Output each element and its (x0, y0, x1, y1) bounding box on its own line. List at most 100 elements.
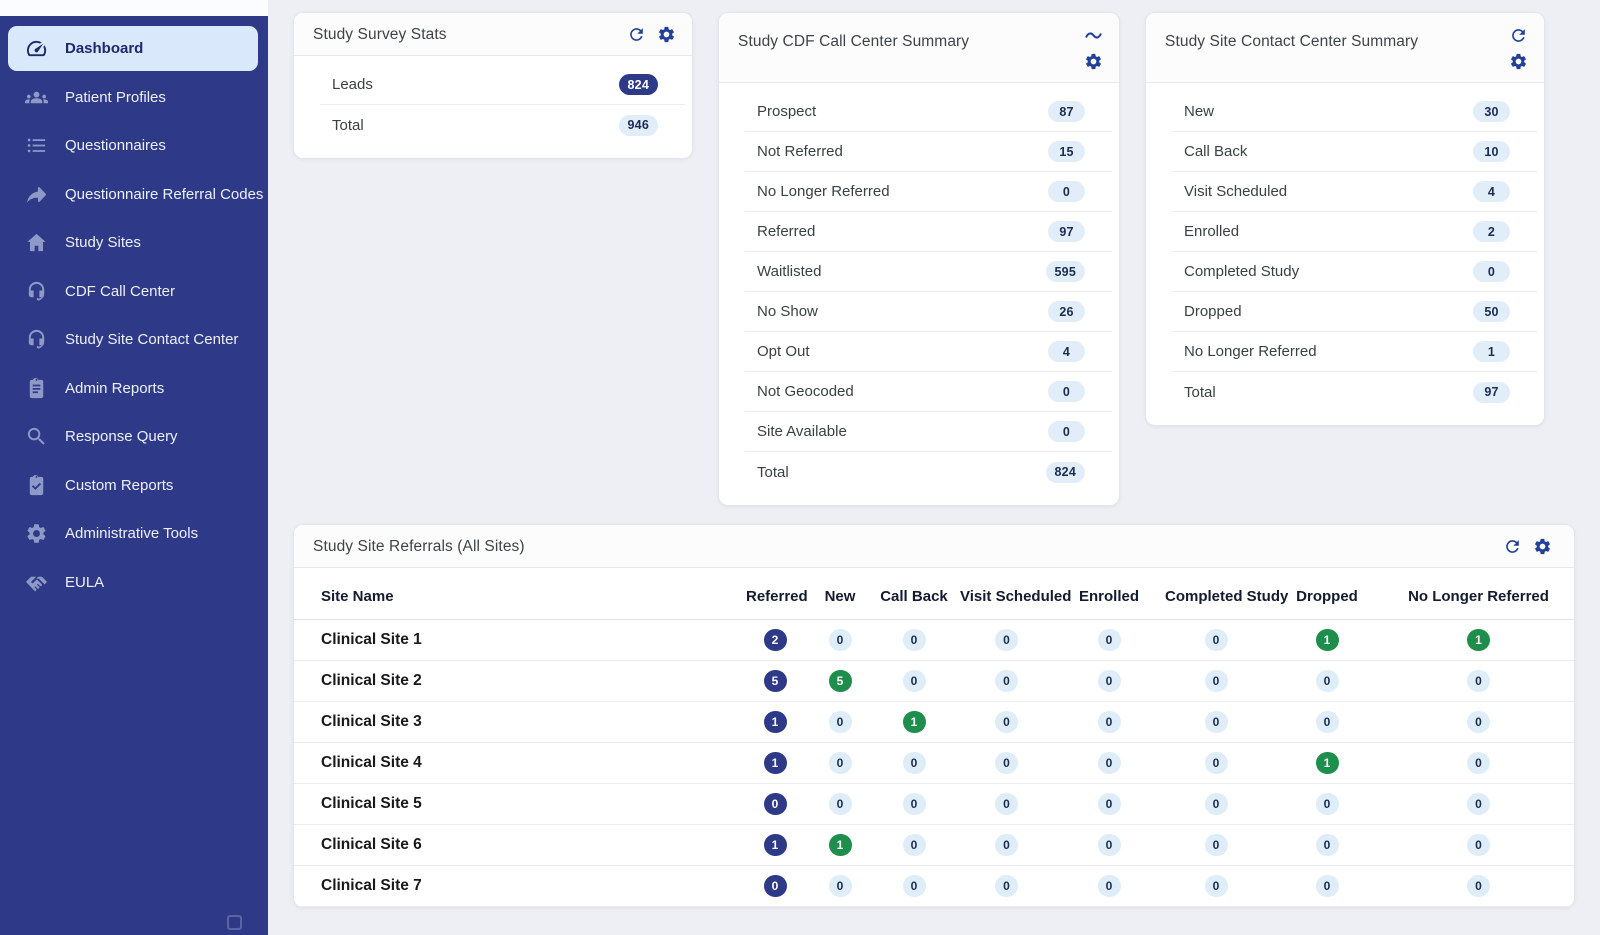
table-cell: 1 (742, 701, 808, 743)
table-cell: 0 (808, 619, 872, 661)
sidebar-item-label: Study Site Contact Center (65, 331, 239, 349)
card-actions (1509, 26, 1528, 71)
refresh-icon[interactable] (627, 25, 646, 44)
summary-cards-row: Study Survey Stats Leads 824 Total 946 Study … (293, 12, 1575, 506)
sidebar-item-administrative-tools[interactable]: Administrative Tools (0, 510, 268, 559)
sidebar-collapse-icon[interactable] (227, 915, 242, 930)
table-cell: 0 (1161, 783, 1271, 825)
gear-icon (25, 522, 48, 545)
stat-value-badge: 30 (1473, 101, 1510, 122)
table-cell: 0 (872, 783, 956, 825)
sidebar-item-cdf-call-center[interactable]: CDF Call Center (0, 267, 268, 316)
count-badge: 0 (1467, 670, 1490, 692)
count-badge: 0 (1204, 834, 1228, 856)
count-badge: 0 (1204, 793, 1228, 815)
refresh-spinner-icon[interactable] (1084, 26, 1103, 45)
table-row: Clinical Site 7 0 0 0 0 0 0 0 0 (294, 865, 1574, 907)
sidebar-item-study-site-contact-center[interactable]: Study Site Contact Center (0, 316, 268, 365)
sidebar-item-study-sites[interactable]: Study Sites (0, 219, 268, 268)
table-cell: 0 (1383, 865, 1574, 907)
sidebar-item-label: Response Query (65, 428, 178, 446)
headset-icon (25, 280, 48, 303)
count-badge: 0 (1315, 670, 1339, 692)
table-cell: 0 (1057, 865, 1161, 907)
count-badge: 0 (1467, 793, 1490, 815)
main-content: Study Survey Stats Leads 824 Total 946 Study … (268, 0, 1600, 935)
gear-icon[interactable] (657, 25, 676, 44)
sidebar-item-questionnaire-referral-codes[interactable]: Questionnaire Referral Codes (0, 170, 268, 219)
table-cell: 0 (1161, 824, 1271, 866)
table-cell: 0 (872, 824, 956, 866)
table-cell: 0 (1161, 742, 1271, 784)
card-title: Study CDF Call Center Summary (738, 33, 970, 50)
sidebar-item-patient-profiles[interactable]: Patient Profiles (0, 73, 268, 122)
column-header-site-name: Site Name (294, 568, 742, 620)
count-badge: 0 (995, 752, 1018, 774)
card-actions (627, 25, 676, 44)
table-cell: 0 (872, 865, 956, 907)
count-badge: 0 (1204, 711, 1228, 733)
stat-label: Call Back (1184, 143, 1248, 160)
count-badge: 0 (763, 875, 787, 897)
sidebar-item-questionnaires[interactable]: Questionnaires (0, 122, 268, 171)
table-cell: 1 (1383, 619, 1574, 661)
gear-icon[interactable] (1084, 52, 1103, 71)
count-badge: 0 (902, 629, 926, 651)
sidebar-item-response-query[interactable]: Response Query (0, 413, 268, 462)
stat-label: Prospect (757, 103, 817, 120)
sidebar-item-label: Custom Reports (65, 476, 174, 494)
site-name: Clinical Site 3 (294, 701, 742, 743)
stat-value-badge: 97 (1048, 221, 1085, 242)
table-header-row: Site Name Referred New Call Back Visit Sched… (294, 568, 1574, 620)
gauge-icon (25, 37, 48, 60)
gear-icon[interactable] (1509, 52, 1528, 71)
table-cell: 0 (742, 865, 808, 907)
table-cell: 0 (872, 660, 956, 702)
column-header-call-back: Call Back (872, 568, 956, 620)
table-row: Clinical Site 3 1 0 1 0 0 0 0 0 (294, 701, 1574, 743)
sidebar-logo-area (0, 0, 268, 22)
refresh-icon[interactable] (1509, 26, 1528, 45)
stat-value-badge: 824 (1045, 461, 1085, 483)
sidebar-item-eula[interactable]: EULA (0, 558, 268, 607)
count-badge: 0 (1204, 629, 1228, 651)
count-badge: 1 (1467, 629, 1490, 651)
table-row: Clinical Site 2 5 5 0 0 0 0 0 0 (294, 660, 1574, 702)
referrals-card-header: Study Site Referrals (All Sites) (294, 525, 1574, 568)
table-cell: 0 (1383, 783, 1574, 825)
count-badge: 0 (1315, 875, 1339, 897)
card-header: Study Survey Stats (294, 13, 692, 56)
table-cell: 0 (956, 865, 1057, 907)
stat-label: Leads (332, 76, 373, 93)
stat-row: Referred 97 (745, 212, 1112, 252)
table-cell: 0 (956, 824, 1057, 866)
count-badge: 0 (1097, 629, 1121, 651)
list-icon (25, 134, 48, 157)
stat-label: No Show (757, 303, 818, 320)
count-badge: 0 (995, 629, 1018, 651)
count-badge: 5 (828, 670, 852, 692)
table-cell: 0 (808, 865, 872, 907)
card-header: Study CDF Call Center Summary (719, 13, 1119, 83)
refresh-icon[interactable] (1503, 537, 1522, 556)
table-cell: 5 (742, 660, 808, 702)
count-badge: 0 (995, 711, 1018, 733)
stat-value-badge: 595 (1045, 261, 1085, 282)
column-header-visit-scheduled: Visit Scheduled (956, 568, 1071, 620)
stat-value-badge: 0 (1048, 181, 1085, 202)
stat-row: No Show 26 (745, 292, 1112, 332)
stat-value-badge: 4 (1473, 181, 1510, 202)
count-badge: 0 (1097, 834, 1121, 856)
card-study-cdf-call-center-summary: Study CDF Call Center Summary Prospect 87 N… (718, 12, 1120, 506)
home-icon (25, 231, 48, 254)
table-cell: 0 (1383, 742, 1574, 784)
stat-row: Total 97 (1172, 372, 1537, 412)
gear-icon[interactable] (1533, 537, 1552, 556)
count-badge: 0 (1097, 711, 1121, 733)
stat-row: Enrolled 2 (1172, 212, 1537, 252)
stat-row: Call Back 10 (1172, 132, 1537, 172)
sidebar-item-custom-reports[interactable]: Custom Reports (0, 461, 268, 510)
sidebar-item-dashboard[interactable]: Dashboard (8, 26, 258, 71)
sidebar-item-admin-reports[interactable]: Admin Reports (0, 364, 268, 413)
stat-row: Completed Study 0 (1172, 252, 1537, 292)
